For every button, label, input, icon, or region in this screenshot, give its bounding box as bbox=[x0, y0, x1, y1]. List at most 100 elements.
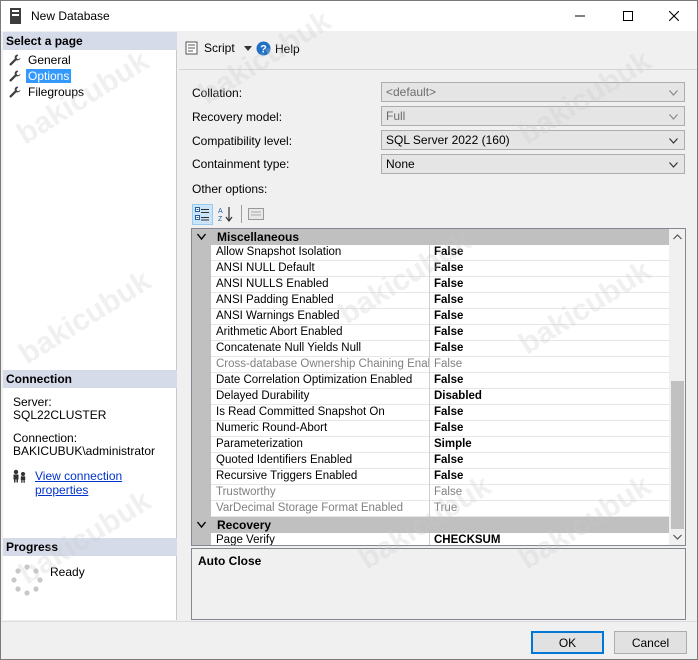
property-name: ANSI Warnings Enabled bbox=[216, 310, 340, 322]
property-value: False bbox=[434, 454, 464, 466]
close-button[interactable] bbox=[651, 1, 697, 31]
property-name: Numeric Round-Abort bbox=[216, 422, 328, 434]
categorized-button[interactable] bbox=[192, 203, 213, 225]
property-row[interactable]: Numeric Round-Abort False bbox=[211, 421, 669, 437]
containment-type-label: Containment type: bbox=[192, 157, 290, 171]
category-recovery[interactable]: Recovery bbox=[192, 517, 669, 533]
column-divider bbox=[429, 485, 430, 501]
property-value: False bbox=[434, 486, 463, 498]
title-bar: New Database bbox=[1, 1, 697, 31]
property-name: Concatenate Null Yields Null bbox=[216, 342, 362, 354]
property-row-readonly[interactable]: VarDecimal Storage Format Enabled True bbox=[211, 501, 669, 517]
description-title: Auto Close bbox=[198, 554, 262, 568]
column-divider bbox=[429, 277, 430, 293]
property-name: Arithmetic Abort Enabled bbox=[216, 326, 343, 338]
property-row[interactable]: Concatenate Null Yields Null False bbox=[211, 341, 669, 357]
property-name: ANSI NULLS Enabled bbox=[216, 278, 329, 290]
chevron-down-icon bbox=[669, 162, 678, 168]
maximize-icon bbox=[623, 11, 633, 21]
property-row[interactable]: ANSI Warnings Enabled False bbox=[211, 309, 669, 325]
help-label: Help bbox=[275, 41, 300, 56]
property-name: Recursive Triggers Enabled bbox=[216, 470, 358, 482]
nav-item-label: Filegroups bbox=[28, 84, 85, 99]
property-pages-icon bbox=[247, 208, 264, 220]
dropdown-arrow-icon bbox=[243, 45, 252, 51]
view-connection-properties-link[interactable]: View connection properties bbox=[35, 469, 176, 497]
property-row[interactable]: Is Read Committed Snapshot On False bbox=[211, 405, 669, 421]
property-name: Quoted Identifiers Enabled bbox=[216, 454, 353, 466]
property-row[interactable]: Allow Snapshot Isolation False bbox=[211, 245, 669, 261]
property-pages-button[interactable] bbox=[245, 204, 266, 225]
property-value: False bbox=[434, 406, 464, 418]
category-label: Recovery bbox=[217, 518, 272, 532]
nav-item-general[interactable]: General bbox=[9, 52, 73, 67]
script-button[interactable]: Script bbox=[185, 41, 252, 55]
svg-text:Z: Z bbox=[218, 216, 223, 222]
nav-item-filegroups[interactable]: Filegroups bbox=[9, 84, 86, 99]
collation-combo[interactable]: <default> bbox=[381, 82, 685, 102]
property-grid: Miscellaneous Allow Snapshot Isolation F… bbox=[191, 228, 686, 546]
property-row[interactable]: Parameterization Simple bbox=[211, 437, 669, 453]
minimize-button[interactable] bbox=[557, 1, 603, 31]
cancel-button[interactable]: Cancel bbox=[614, 631, 687, 654]
options-page: Collation: <default> Recovery model: Ful… bbox=[179, 69, 697, 621]
column-divider bbox=[429, 453, 430, 469]
column-divider bbox=[429, 261, 430, 277]
property-row[interactable]: Quoted Identifiers Enabled False bbox=[211, 453, 669, 469]
scrollbar-thumb[interactable] bbox=[671, 381, 684, 529]
nav-item-options[interactable]: Options bbox=[9, 68, 72, 83]
property-row-readonly[interactable]: Cross-database Ownership Chaining Enable… bbox=[211, 357, 669, 373]
property-value: False bbox=[434, 294, 464, 306]
containment-type-combo[interactable]: None bbox=[381, 154, 685, 174]
column-divider bbox=[429, 341, 430, 357]
property-row[interactable]: Recursive Triggers Enabled False bbox=[211, 469, 669, 485]
ok-button[interactable]: OK bbox=[531, 631, 604, 654]
recovery-model-combo[interactable]: Full bbox=[381, 106, 685, 126]
help-button[interactable]: ? Help bbox=[256, 41, 300, 56]
scroll-up-icon[interactable] bbox=[673, 234, 682, 240]
compatibility-level-combo[interactable]: SQL Server 2022 (160) bbox=[381, 130, 685, 150]
toolbar-separator bbox=[241, 205, 242, 223]
alphabetical-button[interactable]: A Z bbox=[215, 204, 236, 225]
property-name: Date Correlation Optimization Enabled bbox=[216, 374, 413, 386]
vertical-scrollbar[interactable] bbox=[669, 229, 685, 545]
recovery-model-label: Recovery model: bbox=[192, 110, 283, 124]
connection-heading: Connection bbox=[3, 370, 177, 388]
script-icon bbox=[185, 41, 198, 55]
property-grid-gutter bbox=[192, 229, 211, 545]
chevron-down-icon bbox=[669, 138, 678, 144]
property-row-readonly[interactable]: Trustworthy False bbox=[211, 485, 669, 501]
property-row[interactable]: Delayed Durability Disabled bbox=[211, 389, 669, 405]
compatibility-level-value: SQL Server 2022 (160) bbox=[386, 133, 510, 147]
wrench-icon bbox=[9, 70, 21, 82]
property-row[interactable]: Arithmetic Abort Enabled False bbox=[211, 325, 669, 341]
property-value: False bbox=[434, 246, 464, 258]
collation-label: Collation: bbox=[192, 86, 243, 100]
property-value: False bbox=[434, 470, 464, 482]
category-miscellaneous[interactable]: Miscellaneous bbox=[192, 229, 669, 245]
property-name: Allow Snapshot Isolation bbox=[216, 246, 342, 258]
help-icon: ? bbox=[256, 41, 271, 56]
script-label: Script bbox=[204, 41, 235, 55]
property-name: ANSI NULL Default bbox=[216, 262, 315, 274]
chevron-down-icon bbox=[197, 521, 206, 528]
column-divider bbox=[429, 373, 430, 389]
property-row[interactable]: ANSI Padding Enabled False bbox=[211, 293, 669, 309]
column-divider bbox=[429, 405, 430, 421]
property-value: False bbox=[434, 326, 464, 338]
progress-spinner-icon bbox=[11, 564, 43, 596]
property-value: True bbox=[434, 502, 458, 514]
scroll-down-icon[interactable] bbox=[673, 534, 682, 540]
left-pane: Select a page General Options Filegroups… bbox=[3, 32, 177, 620]
property-row[interactable]: ANSI NULL Default False bbox=[211, 261, 669, 277]
property-row[interactable]: Date Correlation Optimization Enabled Fa… bbox=[211, 373, 669, 389]
property-value: False bbox=[434, 342, 464, 354]
column-divider bbox=[429, 325, 430, 341]
property-row[interactable]: Page Verify CHECKSUM bbox=[211, 533, 669, 545]
new-database-dialog: New Database Select a page General Optio… bbox=[0, 0, 698, 660]
property-row[interactable]: ANSI NULLS Enabled False bbox=[211, 277, 669, 293]
property-value: False bbox=[434, 422, 464, 434]
maximize-button[interactable] bbox=[605, 1, 651, 31]
nav-item-label: General bbox=[28, 52, 71, 67]
minimize-icon bbox=[575, 15, 585, 17]
